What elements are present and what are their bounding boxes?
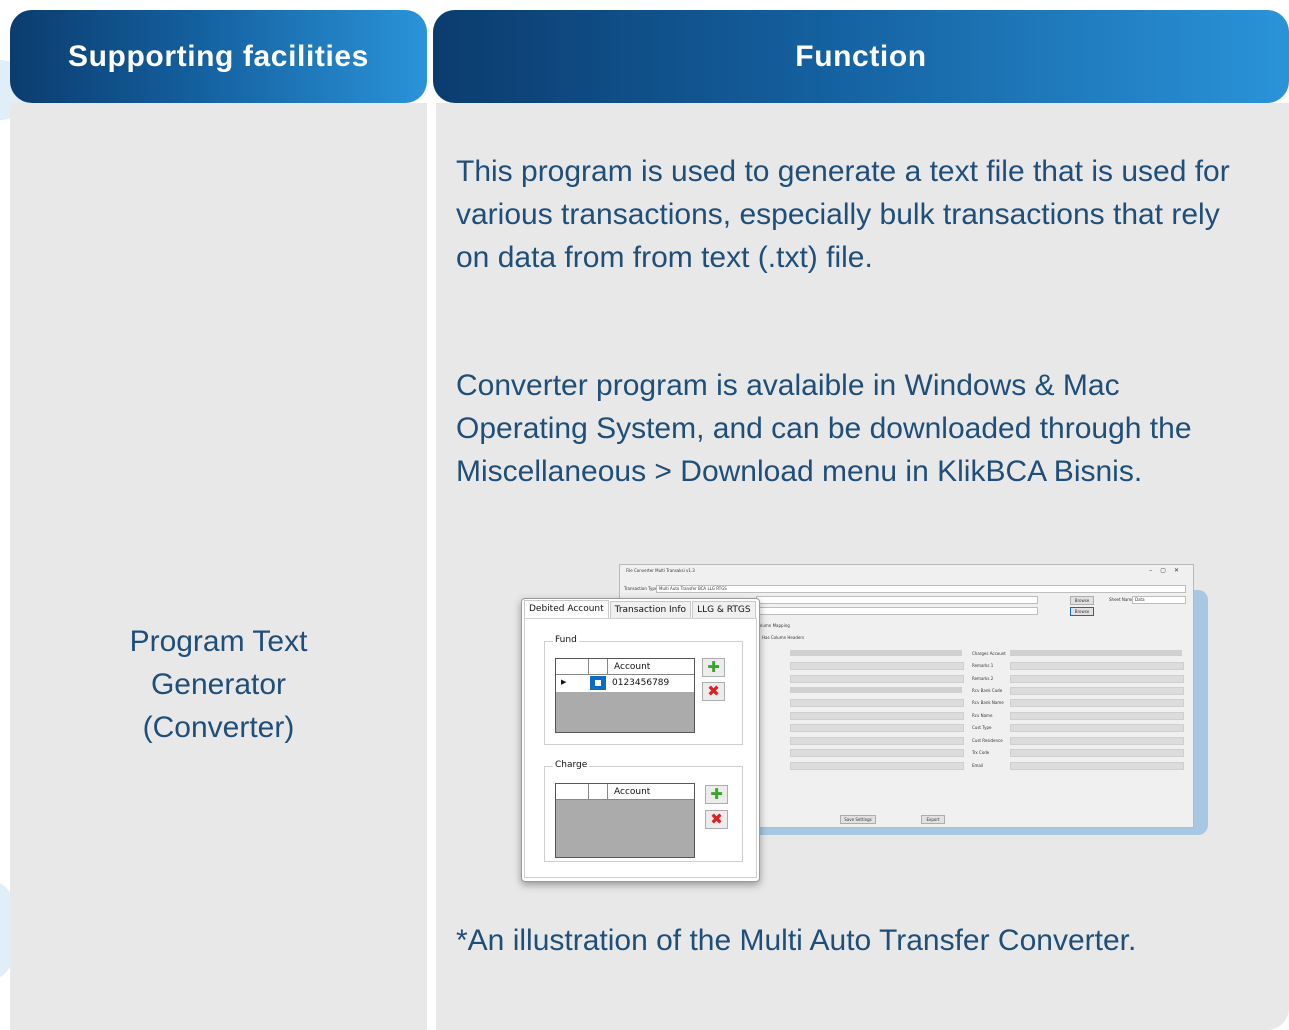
save-settings-button: Save Settings	[840, 815, 876, 824]
mapping-row	[1010, 712, 1184, 720]
account-column-header: Account	[614, 662, 651, 672]
output-file-path	[756, 607, 1038, 615]
mapping-row	[790, 662, 964, 670]
delete-fund-account-button[interactable]: ✖	[702, 682, 725, 701]
field-label: Rcv Bank Code	[972, 688, 1003, 693]
field-label: Email	[972, 763, 984, 768]
sheet-name-value: Data	[1135, 597, 1145, 602]
grid-header-cell	[588, 784, 608, 799]
transaction-type-value: Multi Auto Transfer BCA LLG RTGS	[659, 586, 727, 591]
transaction-type-label: Transaction Type	[624, 586, 658, 591]
app-window-title: File Converter Multi Transaksi v1.3	[626, 568, 695, 573]
mapping-row	[790, 650, 962, 656]
browse-button-2: Browse	[1070, 607, 1094, 616]
mapping-row	[1010, 724, 1184, 732]
account-number: 0123456789	[612, 678, 670, 688]
grid-header-cell	[556, 784, 589, 799]
facility-name: Program Text Generator (Converter)	[10, 620, 427, 749]
mapping-row	[790, 762, 964, 770]
mapping-row	[1010, 650, 1182, 656]
header-supporting-facilities: Supporting facilities	[10, 10, 427, 103]
account-column-header: Account	[614, 787, 651, 797]
add-fund-account-button[interactable]: ✚	[702, 658, 725, 677]
mapping-row	[1010, 662, 1184, 670]
row-pointer-icon: ▶	[561, 678, 567, 686]
field-label: Remarks 2	[972, 676, 994, 681]
mapping-row	[790, 687, 962, 693]
field-label: Cust Type	[972, 725, 992, 730]
mapping-row	[1010, 737, 1184, 745]
charge-account-grid[interactable]: Account	[555, 783, 695, 858]
column-mapping-label: Column Mapping	[756, 623, 790, 628]
availability-description: Converter program is avalaible in Window…	[456, 369, 1192, 488]
field-label: Rcv Bank Name	[972, 700, 1004, 705]
table-row[interactable]: ▶ 0123456789	[556, 675, 694, 692]
fund-label: Fund	[553, 635, 579, 645]
x-icon: ✖	[710, 810, 723, 828]
tab-transaction-info[interactable]: Transaction Info	[609, 601, 692, 619]
browse-button-1: Browse	[1070, 596, 1094, 605]
fund-group: Fund Account ▶ 0123456789 ✚ ✖	[544, 635, 743, 745]
add-charge-account-button[interactable]: ✚	[705, 785, 728, 804]
tab-debited-account[interactable]: Debited Account	[524, 600, 609, 618]
tab-llg-rtgs[interactable]: LLG & RTGS	[692, 601, 756, 619]
mapping-row	[1010, 699, 1184, 707]
mapping-row	[790, 737, 964, 745]
debited-account-dialog-illustration: Debited Account Transaction Info LLG & R…	[521, 598, 760, 882]
x-icon: ✖	[707, 682, 720, 700]
export-button: Export	[921, 815, 945, 824]
facility-name-line3: (Converter)	[142, 711, 295, 744]
plus-icon: ✚	[710, 785, 723, 803]
function-description: This program is used to generate a text …	[456, 155, 1230, 274]
grid-header: Account	[556, 659, 694, 675]
row-checkbox[interactable]	[590, 676, 606, 690]
illustration-caption: *An illustration of the Multi Auto Trans…	[456, 924, 1137, 957]
facility-name-line2: Generator	[150, 668, 287, 701]
mapping-row	[790, 724, 964, 732]
sheet-name-select: Data	[1132, 596, 1186, 604]
mapping-row	[790, 712, 964, 720]
tab-panel: Fund Account ▶ 0123456789 ✚ ✖ Charge Acc…	[524, 618, 757, 878]
transaction-type-select: Multi Auto Transfer BCA LLG RTGS	[656, 585, 1186, 593]
mapping-row	[790, 749, 964, 757]
grid-header-cell	[556, 659, 589, 674]
mapping-row	[790, 699, 964, 707]
header-function: Function	[433, 10, 1289, 103]
mapping-row	[1010, 675, 1184, 683]
grid-header: Account	[556, 784, 694, 800]
fund-account-grid[interactable]: Account ▶ 0123456789	[555, 658, 695, 733]
supporting-facility-cell: Program Text Generator (Converter)	[10, 103, 427, 1030]
charge-group: Charge Account ✚ ✖	[544, 760, 743, 862]
field-label: Trx Code	[972, 750, 990, 755]
input-file-path	[756, 596, 1038, 604]
mapping-row	[790, 675, 964, 683]
has-column-headers-label: Has Column Headers	[762, 635, 805, 640]
mapping-row	[1010, 762, 1184, 770]
sheet-name-label: Sheet Name	[1109, 597, 1134, 602]
field-label: Charges Account	[972, 651, 1006, 656]
grid-header-cell	[588, 659, 608, 674]
delete-charge-account-button[interactable]: ✖	[705, 810, 728, 829]
mapping-row	[1010, 749, 1184, 757]
field-label: Rcv Name	[972, 713, 993, 718]
field-label: Cust Residence	[972, 738, 1003, 743]
field-label: Remarks 1	[972, 663, 994, 668]
charge-label: Charge	[553, 760, 590, 770]
facility-name-line1: Program Text	[129, 625, 308, 658]
window-controls-icon: –▢✕	[1149, 567, 1187, 574]
dialog-tabs: Debited Account Transaction Info LLG & R…	[524, 600, 757, 619]
mapping-row	[1010, 687, 1184, 695]
plus-icon: ✚	[707, 658, 720, 676]
